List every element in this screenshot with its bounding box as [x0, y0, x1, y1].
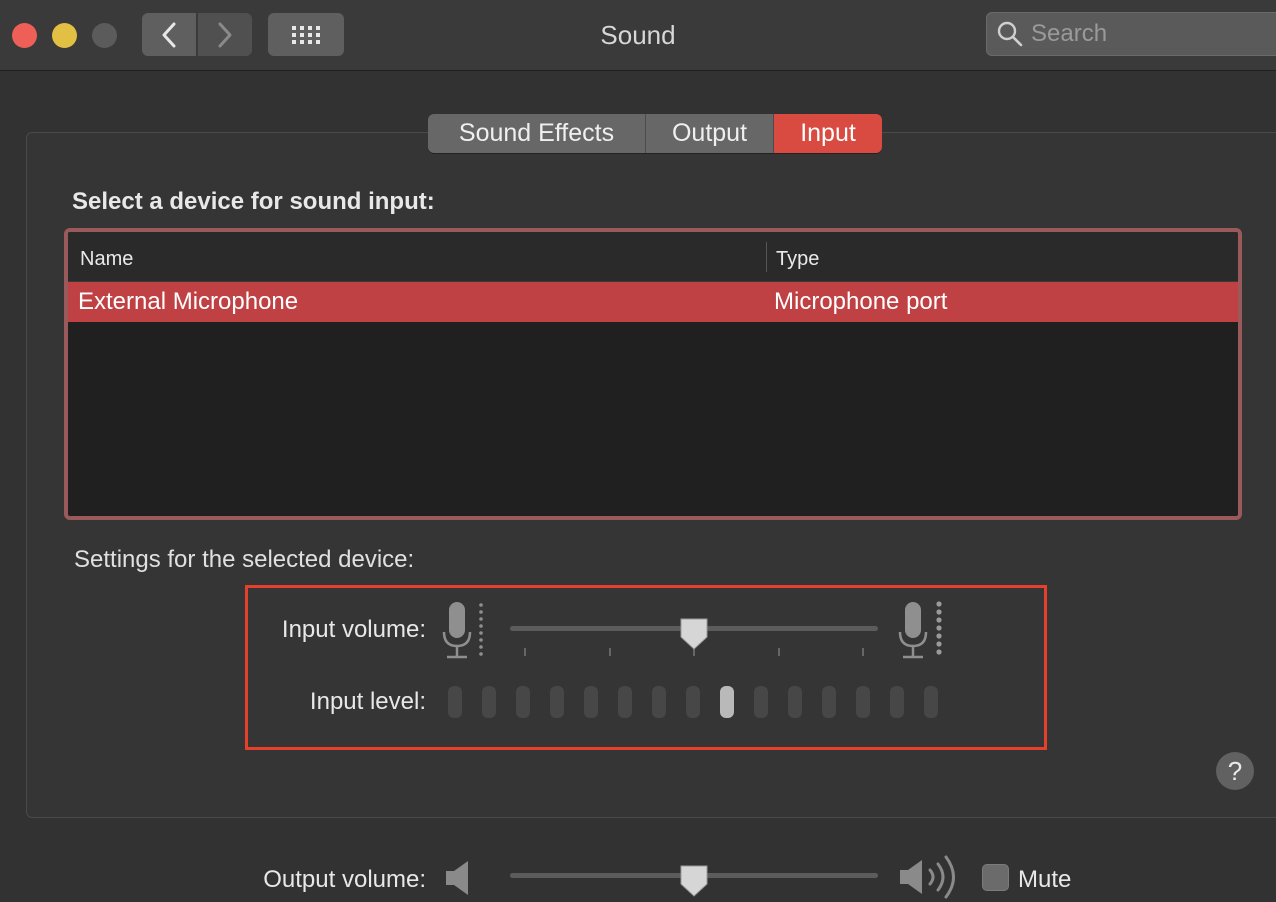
microphone-low-icon [442, 602, 483, 659]
input-level-segment [754, 686, 768, 718]
search-field[interactable] [986, 12, 1276, 56]
input-device-table[interactable]: Name Type External Microphone Microphone… [64, 228, 1242, 520]
column-header-type[interactable]: Type [776, 248, 819, 271]
input-level-segment [550, 686, 564, 718]
input-level-segment [516, 686, 530, 718]
input-level-segment [618, 686, 632, 718]
tab-bar: Sound Effects Output Input [428, 114, 882, 153]
input-level-segment [482, 686, 496, 718]
tab-output[interactable]: Output [646, 114, 774, 153]
input-level-segment [686, 686, 700, 718]
microphone-high-icon [898, 601, 942, 659]
settings-title: Settings for the selected device: [74, 546, 415, 573]
column-header-name[interactable]: Name [80, 248, 133, 271]
input-level-label: Input level: [309, 688, 426, 715]
speaker-high-icon [900, 855, 955, 899]
table-header: Name Type [68, 232, 1238, 282]
device-type-cell: Microphone port [774, 288, 948, 315]
title-bar: Sound [0, 0, 1276, 71]
mute-label: Mute [1018, 866, 1072, 893]
search-input[interactable] [1031, 20, 1271, 48]
input-level-segment [924, 686, 938, 718]
input-level-segment [720, 686, 734, 718]
input-level-segment [890, 686, 904, 718]
input-volume-slider-thumb[interactable] [679, 617, 709, 651]
input-level-segment [448, 686, 462, 718]
input-volume-tick [862, 648, 864, 656]
mute-checkbox[interactable] [982, 864, 1009, 891]
input-volume-tick [778, 648, 780, 656]
search-icon [997, 21, 1023, 47]
input-level-segment [822, 686, 836, 718]
speaker-low-icon [446, 861, 468, 895]
tab-sound-effects[interactable]: Sound Effects [428, 114, 646, 153]
output-volume-slider-thumb[interactable] [679, 864, 709, 898]
table-row[interactable]: External Microphone Microphone port [68, 282, 1238, 322]
input-volume-tick [524, 648, 526, 656]
input-level-segment [652, 686, 666, 718]
tab-input[interactable]: Input [774, 114, 882, 153]
device-section-title: Select a device for sound input: [72, 188, 435, 215]
input-volume-tick [609, 648, 611, 656]
input-level-segment [856, 686, 870, 718]
help-button[interactable]: ? [1216, 752, 1254, 790]
device-name-cell: External Microphone [78, 288, 299, 315]
output-volume-label: Output volume: [263, 866, 426, 893]
input-level-segment [584, 686, 598, 718]
column-divider [766, 242, 767, 272]
input-level-segment [788, 686, 802, 718]
input-volume-label: Input volume: [281, 616, 426, 643]
